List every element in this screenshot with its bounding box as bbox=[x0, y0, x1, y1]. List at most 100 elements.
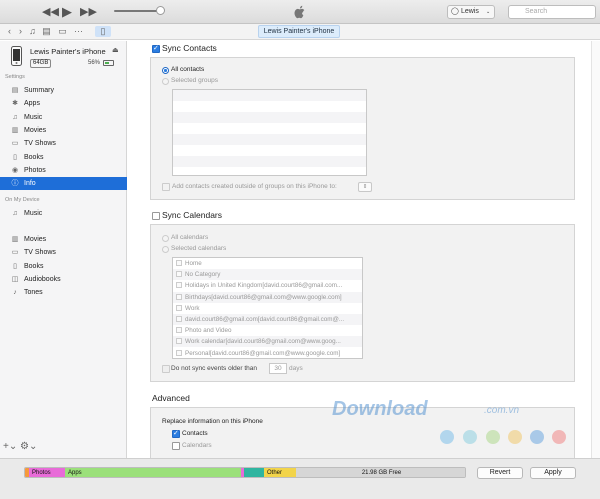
tv-icon: ▭ bbox=[11, 249, 19, 257]
search-input[interactable]: Search bbox=[508, 5, 596, 19]
sync-calendars-checkbox[interactable] bbox=[152, 212, 160, 220]
calendar-item[interactable]: No Category bbox=[173, 269, 362, 281]
sidebar-item-label: Books bbox=[24, 262, 44, 270]
calendar-item[interactable]: Photo and Video bbox=[173, 325, 362, 336]
account-button[interactable]: ◯ Lewis ⌄ bbox=[447, 5, 495, 19]
sidebar-item-label: Music bbox=[24, 113, 43, 121]
calendar-item[interactable]: Holidays in United Kingdom[david.court86… bbox=[173, 280, 362, 291]
settings-item-movies[interactable]: ▥ Movies bbox=[0, 124, 127, 137]
selected-calendars-radio[interactable] bbox=[162, 246, 169, 253]
calendar-item[interactable]: david.court86@gmail.com[david.court86@gm… bbox=[173, 314, 362, 325]
audiobooks-icon: ◫ bbox=[11, 275, 19, 283]
all-contacts-radio[interactable] bbox=[162, 67, 169, 74]
storage-segment-other: Other bbox=[264, 468, 296, 477]
fast-forward-icon[interactable]: ▶▶ bbox=[80, 0, 97, 24]
music-library-icon[interactable]: ♫ bbox=[26, 26, 39, 37]
device-item-tv-shows[interactable]: ▭ TV Shows bbox=[0, 246, 127, 259]
tv-library-icon[interactable]: ▭ bbox=[56, 26, 69, 37]
tones-icon: ♪ bbox=[13, 289, 17, 297]
selected-groups-radio[interactable] bbox=[162, 78, 169, 85]
eject-icon[interactable]: ⏏ bbox=[112, 46, 119, 54]
apple-logo-icon bbox=[294, 5, 305, 19]
calendar-label: Birthdays[david.court86@gmail.com@www.go… bbox=[185, 293, 342, 301]
sync-contacts-checkbox[interactable] bbox=[152, 44, 160, 53]
add-contacts-outside-checkbox[interactable] bbox=[162, 183, 170, 191]
device-item-tones[interactable]: ♪ Tones bbox=[0, 286, 127, 299]
rewind-icon[interactable]: ◀◀ bbox=[42, 0, 59, 24]
volume-slider[interactable] bbox=[114, 10, 162, 12]
calendar-checkbox[interactable] bbox=[176, 316, 182, 322]
settings-item-photos[interactable]: ◉ Photos bbox=[0, 164, 127, 177]
sidebar-item-label: Apps bbox=[24, 100, 40, 108]
calendar-item[interactable]: Personal[david.court86@gmail.com@www.goo… bbox=[173, 348, 362, 359]
sidebar-item-label: TV Shows bbox=[24, 249, 56, 257]
calendar-checkbox[interactable] bbox=[176, 282, 182, 289]
gear-icon[interactable]: ⚙⌄ bbox=[20, 441, 37, 452]
selected-groups-label: Selected groups bbox=[171, 77, 218, 84]
settings-item-apps[interactable]: ✱ Apps bbox=[0, 97, 127, 110]
sidebar: Lewis Painter's iPhone ⏏ 64GB 56% Settin… bbox=[0, 41, 127, 458]
info-icon: ⓘ bbox=[11, 180, 19, 188]
settings-item-music[interactable]: ♫ Music bbox=[0, 111, 127, 124]
iphone-icon bbox=[11, 46, 22, 66]
watermark-dot bbox=[463, 430, 477, 444]
calendar-item[interactable]: Work bbox=[173, 303, 362, 314]
on-my-device-header: On My Device bbox=[5, 197, 40, 203]
tv-icon: ▭ bbox=[11, 140, 19, 148]
device-tab[interactable]: Lewis Painter's iPhone bbox=[258, 25, 340, 38]
play-icon[interactable]: ▶ bbox=[62, 0, 72, 24]
calendar-checkbox[interactable] bbox=[176, 304, 182, 311]
photos-icon: ◉ bbox=[11, 166, 19, 174]
movies-library-icon[interactable]: ▤ bbox=[40, 26, 53, 37]
calendar-checkbox[interactable] bbox=[176, 260, 182, 266]
days-input[interactable]: 30 bbox=[269, 363, 287, 374]
calendar-checkbox[interactable] bbox=[176, 349, 182, 356]
add-icon[interactable]: +⌄ bbox=[3, 441, 17, 452]
device-item-movies[interactable]: ▥ Movies bbox=[0, 233, 127, 246]
revert-button[interactable]: Revert bbox=[477, 467, 523, 479]
sidebar-item-label: Movies bbox=[24, 236, 47, 243]
calendar-checkbox[interactable] bbox=[176, 271, 182, 278]
calendar-checkbox[interactable] bbox=[176, 327, 182, 334]
sidebar-item-label: Movies bbox=[24, 126, 47, 134]
calendar-label: Holidays in United Kingdom[david.court86… bbox=[185, 282, 343, 290]
settings-item-summary[interactable]: ▤ Summary bbox=[0, 84, 127, 97]
calendar-item[interactable]: Birthdays[david.court86@gmail.com@www.go… bbox=[173, 291, 362, 303]
sidebar-item-label: Books bbox=[24, 153, 44, 161]
calendar-item[interactable]: Work calendar[david.court86@gmail.com@ww… bbox=[173, 336, 362, 348]
iphone-device-icon[interactable]: ▯ bbox=[95, 26, 111, 37]
scrollbar[interactable] bbox=[591, 41, 600, 458]
settings-item-books[interactable]: ▯ Books bbox=[0, 151, 127, 164]
do-not-sync-checkbox[interactable] bbox=[162, 365, 170, 373]
watermark-dot bbox=[508, 430, 522, 444]
sidebar-item-label: TV Shows bbox=[24, 140, 56, 148]
replace-contacts-checkbox[interactable] bbox=[172, 429, 180, 438]
device-item-music[interactable]: ♫ Music bbox=[0, 207, 127, 220]
volume-knob[interactable] bbox=[156, 6, 165, 15]
calendar-checkbox[interactable] bbox=[176, 338, 182, 345]
calendar-label: david.court86@gmail.com[david.court86@gm… bbox=[185, 316, 345, 323]
calendar-checkbox[interactable] bbox=[176, 293, 182, 300]
device-item-audiobooks[interactable]: ◫ Audiobooks bbox=[0, 273, 127, 286]
sync-contacts-title: Sync Contacts bbox=[162, 43, 217, 53]
calendar-label: No Category bbox=[185, 271, 221, 279]
more-icon[interactable]: ··· bbox=[72, 26, 85, 37]
sidebar-item-label: Summary bbox=[24, 87, 54, 94]
calendar-item[interactable]: Home bbox=[173, 258, 362, 269]
battery-percent: 56% bbox=[88, 60, 101, 66]
replace-calendars-checkbox[interactable] bbox=[172, 442, 180, 450]
calendars-list[interactable]: Home No Category Holidays in United Kingdo… bbox=[172, 257, 363, 359]
calendar-label: Photo and Video bbox=[185, 327, 232, 335]
groups-list[interactable] bbox=[172, 89, 367, 176]
replace-info-label: Replace information on this iPhone bbox=[162, 418, 263, 425]
settings-header: Settings bbox=[5, 74, 25, 80]
device-item-books[interactable]: ▯ Books bbox=[0, 260, 127, 273]
settings-item-info[interactable]: ⓘ Info bbox=[0, 177, 127, 191]
settings-item-tv-shows[interactable]: ▭ TV Shows bbox=[0, 137, 127, 150]
all-calendars-radio[interactable] bbox=[162, 235, 169, 242]
group-select[interactable]: ⇕ bbox=[358, 182, 372, 192]
watermark-logo: Download bbox=[332, 398, 428, 420]
storage-segment-free: 21.98 GB Free bbox=[296, 468, 465, 477]
sidebar-item-label: Music bbox=[24, 210, 43, 217]
apply-button[interactable]: Apply bbox=[530, 467, 576, 479]
